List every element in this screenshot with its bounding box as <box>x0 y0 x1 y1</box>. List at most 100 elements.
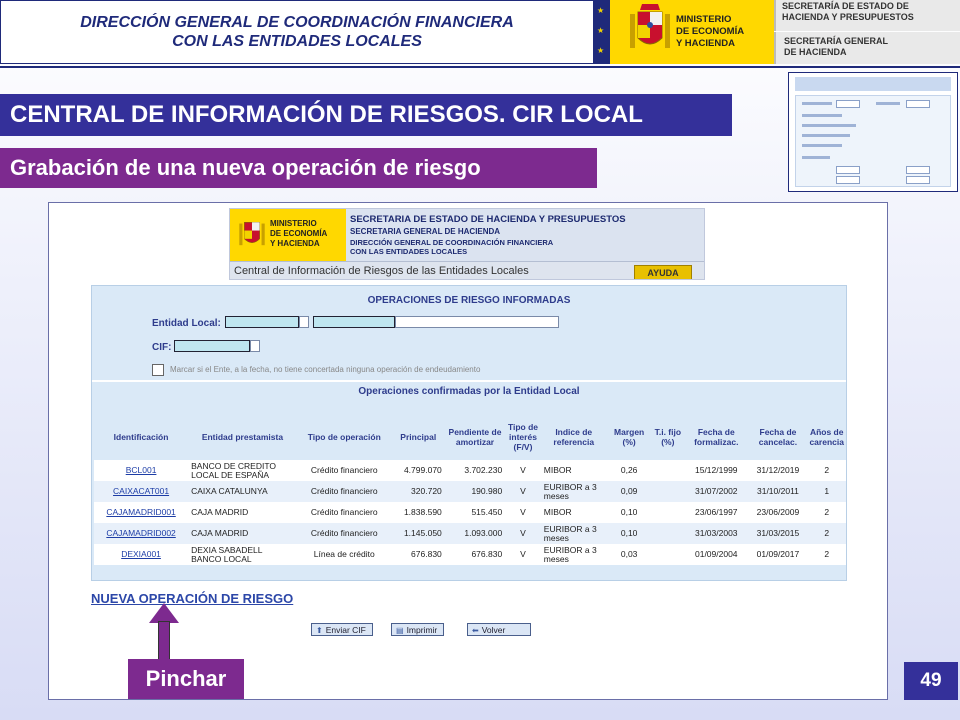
cell-margen: 0,10 <box>606 523 652 544</box>
operation-link[interactable]: BCL001 <box>126 465 157 475</box>
cell-tipo-interes: V <box>505 460 541 481</box>
cell-ti-fijo <box>651 523 685 544</box>
cell-indice: EURIBOR a 3 meses <box>540 523 607 544</box>
operation-link[interactable]: DEXIA001 <box>121 549 161 559</box>
cell-entidad: BANCO DE CREDITO LOCAL DE ESPAÑA <box>188 460 297 481</box>
cell-principal: 1.838.590 <box>391 502 445 523</box>
cell-anos-carencia: 2 <box>807 460 846 481</box>
cell-anos-carencia: 2 <box>807 502 846 523</box>
cell-ti-fijo <box>651 460 685 481</box>
operation-link[interactable]: CAIXACAT001 <box>113 486 169 496</box>
thumbnail-field <box>836 100 860 108</box>
col-anos-carencia: Años de carencia <box>809 427 844 447</box>
entidad-code-field[interactable] <box>225 316 299 328</box>
cell-principal: 4.799.070 <box>391 460 445 481</box>
col-pendiente: Pendiente de amortizar <box>448 427 502 447</box>
app-ministry-line3: Y HACIENDA <box>270 239 320 248</box>
entidad-name-extension[interactable] <box>395 316 559 328</box>
cell-fecha-cancelacion: 01/09/2017 <box>748 544 808 565</box>
org-name-line2: CON LAS ENTIDADES LOCALES <box>172 33 422 50</box>
cell-anos-carencia: 1 <box>807 481 846 502</box>
ministry-line1: MINISTERIO <box>676 14 732 25</box>
send-cif-button[interactable]: ⬆ Enviar CIF <box>311 623 373 636</box>
operation-link[interactable]: CAJAMADRID001 <box>106 507 175 517</box>
cell-tipo: Crédito financiero <box>296 481 392 502</box>
cell-identificacion: CAIXACAT001 <box>94 481 189 502</box>
no-operations-checkbox[interactable] <box>152 364 164 376</box>
secretary-state-line2: HACIENDA Y PRESUPUESTOS <box>782 12 914 22</box>
thumbnail-line <box>876 102 900 105</box>
arrow-left-icon: ⬅ <box>472 626 479 635</box>
thumbnail-field <box>836 176 860 184</box>
secretary-state-line1: SECRETARÍA DE ESTADO DE <box>782 1 909 11</box>
eu-flag-strip: ★ ★ ★ <box>594 0 610 64</box>
cif-field[interactable] <box>174 340 250 352</box>
slide-subtitle-text: Grabación de una nueva operación de ries… <box>10 155 481 180</box>
cell-ti-fijo <box>651 502 685 523</box>
col-tipo-operacion: Tipo de operación <box>307 432 381 442</box>
secretary-general-line1: SECRETARÍA GENERAL <box>784 36 889 46</box>
cell-principal: 1.145.050 <box>391 523 445 544</box>
help-button[interactable]: AYUDA <box>634 265 692 279</box>
table-header-row: Identificación Entidad prestamista Tipo … <box>94 414 846 460</box>
cell-margen: 0,26 <box>606 460 652 481</box>
secretary-state-box: SECRETARÍA DE ESTADO DE HACIENDA Y PRESU… <box>774 0 960 31</box>
cell-principal: 320.720 <box>391 481 445 502</box>
ministry-line2: DE ECONOMÍA <box>676 26 745 37</box>
confirmed-operations-title: Operaciones confirmadas por la Entidad L… <box>358 386 580 397</box>
col-margen: Margen (%) <box>614 427 645 447</box>
slide-title: CENTRAL DE INFORMACIÓN DE RIESGOS. CIR L… <box>0 94 732 136</box>
cell-pendiente: 1.093.000 <box>444 523 506 544</box>
thumbnail-line <box>802 102 832 105</box>
cell-tipo: Crédito financiero <box>296 502 392 523</box>
cif-label: CIF: <box>152 342 172 353</box>
callout-arrow-head <box>149 603 179 623</box>
cell-identificacion: DEXIA001 <box>94 544 189 565</box>
cell-fecha-formalizacion: 31/07/2002 <box>684 481 749 502</box>
cell-entidad: DEXIA SABADELL BANCO LOCAL <box>188 544 297 565</box>
cell-fecha-cancelacion: 31/03/2015 <box>748 523 808 544</box>
organization-banner: DIRECCIÓN GENERAL DE COORDINACIÓN FINANC… <box>0 0 594 64</box>
table-row: CAJAMADRID002 CAJA MADRID Crédito financ… <box>94 523 846 544</box>
print-label: Imprimir <box>406 625 438 635</box>
thumbnail-header <box>795 77 951 91</box>
back-label: Volver <box>481 625 506 635</box>
cell-ti-fijo <box>651 544 685 565</box>
table-row: DEXIA001 DEXIA SABADELL BANCO LOCAL Líne… <box>94 544 846 565</box>
cell-principal: 676.830 <box>391 544 445 565</box>
cell-tipo-interes: V <box>505 502 541 523</box>
ministry-line3: Y HACIENDA <box>676 38 735 49</box>
entidad-name-field[interactable] <box>313 316 395 328</box>
secretary-general-box: SECRETARÍA GENERAL DE HACIENDA <box>774 32 960 64</box>
cell-identificacion: CAJAMADRID002 <box>94 523 189 544</box>
cell-tipo: Crédito financiero <box>296 460 392 481</box>
app-header-line4-text: CON LAS ENTIDADES LOCALES <box>350 247 468 256</box>
app-subtitle: Central de Información de Riesgos de las… <box>234 265 529 277</box>
print-button[interactable]: ▤ Imprimir <box>391 623 445 636</box>
app-header: MINISTERIO DE ECONOMÍA Y HACIENDA SECRET… <box>229 208 705 280</box>
operations-table: Identificación Entidad prestamista Tipo … <box>94 414 846 565</box>
operation-link[interactable]: CAJAMADRID002 <box>106 528 175 538</box>
cell-entidad: CAIXA CATALUNYA <box>188 481 297 502</box>
cell-indice: EURIBOR a 3 meses <box>540 481 607 502</box>
back-button[interactable]: ⬅ Volver <box>467 623 531 636</box>
thumbnail-body <box>795 95 951 187</box>
entidad-label: Entidad Local: <box>152 318 221 329</box>
app-header-line2: SECRETARIA GENERAL DE HACIENDA <box>350 227 501 236</box>
thumbnail-line <box>802 124 856 127</box>
arrow-up-icon: ⬆ <box>316 626 323 635</box>
cell-indice: MIBOR <box>540 502 607 523</box>
cell-ti-fijo <box>651 481 685 502</box>
entidad-lookup-button[interactable] <box>299 316 309 328</box>
cell-pendiente: 190.980 <box>444 481 506 502</box>
cif-lookup-button[interactable] <box>250 340 260 352</box>
application-screenshot: MINISTERIO DE ECONOMÍA Y HACIENDA SECRET… <box>48 202 888 700</box>
table-row: CAIXACAT001 CAIXA CATALUNYA Crédito fina… <box>94 481 846 502</box>
star-icon: ★ <box>597 46 605 55</box>
new-operation-link[interactable]: NUEVA OPERACIÓN DE RIESGO <box>91 591 293 606</box>
cell-tipo: Línea de crédito <box>296 544 392 565</box>
thumbnail-field <box>906 100 930 108</box>
printer-icon: ▤ <box>396 626 404 635</box>
send-cif-label: Enviar CIF <box>325 625 366 635</box>
cell-fecha-formalizacion: 01/09/2004 <box>684 544 749 565</box>
